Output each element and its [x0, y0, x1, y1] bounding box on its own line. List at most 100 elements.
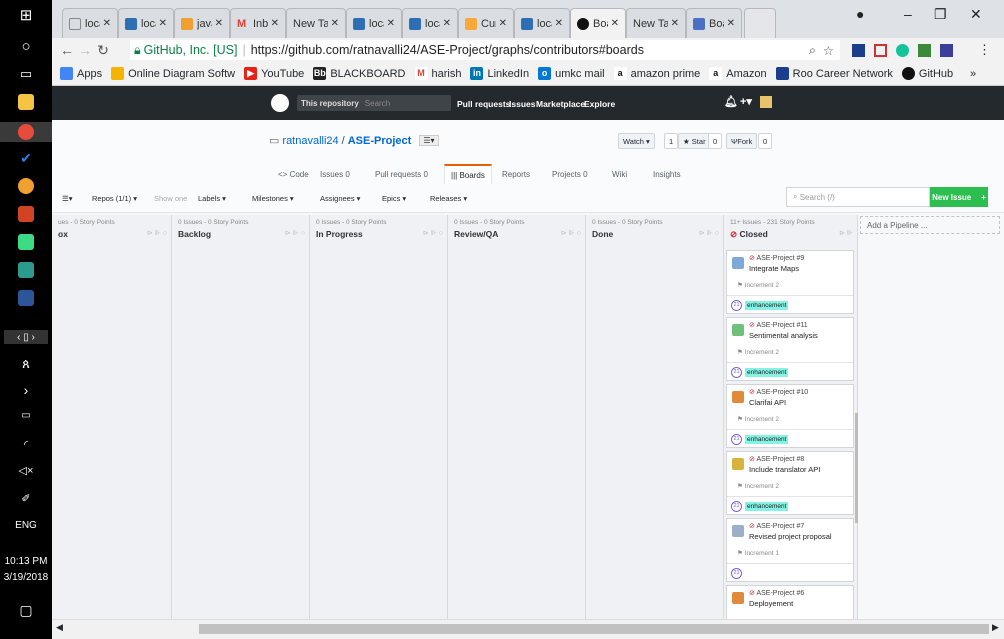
issue-card[interactable]: ⊘ ASE-Project #11 Sentimental analysis ⚑… — [726, 317, 854, 381]
chrome-taskbar-icon[interactable] — [0, 122, 52, 142]
windows-start-icon[interactable]: ⊞ — [0, 6, 52, 24]
pocket-extension-icon[interactable] — [874, 43, 887, 57]
volume-icon[interactable]: ◁× — [0, 464, 52, 477]
bookmark-harish[interactable]: Mharish — [414, 67, 461, 80]
user-avatar[interactable] — [760, 96, 772, 108]
bookmark-amazon-prime[interactable]: a amazon prime — [613, 67, 700, 80]
issue-title[interactable]: Revised project proposal — [749, 532, 832, 541]
clock-time[interactable]: 10:13 PM — [0, 556, 52, 567]
word-icon[interactable] — [0, 290, 52, 306]
issue-title[interactable]: Sentimental analysis — [749, 331, 818, 340]
filter-releases[interactable]: Releases ▾ — [430, 190, 467, 206]
grammarly-extension-icon[interactable] — [896, 43, 909, 57]
github-logo-icon[interactable] — [271, 94, 289, 112]
collapse-icon[interactable]: ⊳ ⊪ ○ — [147, 229, 167, 239]
powerpoint-icon[interactable] — [0, 206, 52, 222]
issue-label[interactable]: enhancement — [745, 368, 789, 377]
repo-menu-icon[interactable]: ☰▾ — [419, 135, 439, 146]
pipeline-name[interactable]: ox — [58, 229, 68, 239]
cortana-icon[interactable]: ○ — [0, 38, 52, 55]
horizontal-scrollbar[interactable]: ◀ ▶ — [52, 619, 1004, 639]
bookmarks-overflow-icon[interactable]: » — [970, 68, 976, 80]
reload-icon[interactable]: ↻ — [94, 42, 112, 59]
bookmark-amazon[interactable]: a Amazon — [709, 67, 767, 80]
browser-tab[interactable]: loca✕ — [62, 8, 118, 38]
pen-icon[interactable]: ✐ — [0, 492, 52, 505]
file-explorer-icon[interactable] — [0, 94, 52, 110]
bookmark-umkc-mail[interactable]: o umkc mail — [538, 67, 605, 80]
star-count[interactable]: 0 — [708, 133, 723, 149]
filter-epics[interactable]: Epics ▾ — [382, 190, 406, 206]
nav-marketplace[interactable]: Marketplace — [536, 99, 585, 109]
fork-button[interactable]: Ψ Fork — [726, 133, 758, 149]
window-close-icon[interactable]: ✕ — [970, 6, 982, 23]
browser-tab[interactable]: java✕ — [174, 8, 230, 38]
filter-milestones[interactable]: Milestones ▾ — [252, 190, 294, 206]
pipeline-name[interactable]: Closed — [740, 229, 768, 239]
issue-card[interactable]: ⊘ ASE-Project #9 Integrate Maps ⚑ Increm… — [726, 250, 854, 314]
add-pipeline-button[interactable]: Add a Pipeline ... — [860, 216, 1000, 234]
tab-insights[interactable]: Insights — [653, 164, 681, 184]
bookmark-youtube[interactable]: ▶ YouTube — [244, 67, 304, 80]
collapse-icon[interactable]: ⊳ ⊪ ○ — [285, 229, 305, 239]
repo-owner-link[interactable]: ratnavalli24 — [282, 135, 338, 147]
issue-card[interactable]: ⊘ ASE-Project #6 Deployement — [726, 585, 854, 619]
zoom-icon[interactable]: ⌕ — [809, 43, 816, 58]
battery-icon[interactable]: ▭ — [0, 410, 52, 421]
filter-labels[interactable]: Labels ▾ — [198, 190, 226, 206]
scrollbar-thumb[interactable] — [199, 624, 989, 634]
browser-tab[interactable]: loca✕ — [118, 8, 174, 38]
browser-tab[interactable]: loca✕ — [346, 8, 402, 38]
profile-icon[interactable]: ● — [856, 6, 864, 22]
back-icon[interactable]: ← — [58, 42, 76, 58]
taskbar-scroll-icon[interactable]: ‹ ▯ › — [4, 330, 48, 344]
pipeline-scrollbar[interactable] — [855, 413, 858, 523]
tab-code[interactable]: <> Code — [278, 164, 309, 184]
firefox-icon[interactable] — [0, 178, 52, 194]
bookmark-roo-career[interactable]: Roo Career Network — [775, 67, 893, 80]
language-indicator[interactable]: ENG — [0, 520, 52, 531]
watch-button[interactable]: Watch ▾ — [618, 133, 655, 149]
new-tab-button[interactable] — [744, 8, 776, 38]
browser-tab[interactable]: loca✕ — [402, 8, 458, 38]
zotero-extension-icon[interactable] — [852, 43, 865, 57]
browser-tab[interactable]: Boa✕ — [686, 8, 742, 38]
browser-tab-active[interactable]: Boa✕ — [570, 8, 626, 38]
close-icon[interactable]: ✕ — [387, 18, 395, 29]
close-icon[interactable]: ✕ — [727, 18, 735, 29]
pipeline-name[interactable]: Review/QA — [454, 229, 498, 239]
browser-tab[interactable]: M Inb ✕ — [230, 8, 286, 38]
close-icon[interactable]: ✕ — [611, 18, 619, 29]
collapse-icon[interactable]: ⊳ ⊪ ○ — [561, 229, 581, 239]
android-studio-icon[interactable] — [0, 234, 52, 250]
bookmark-diagram[interactable]: Online Diagram Softw — [111, 67, 235, 80]
dev-extension-icon[interactable] — [940, 43, 953, 57]
issue-card[interactable]: ⊘ ASE-Project #8 Include translator API … — [726, 451, 854, 515]
close-icon[interactable]: ✕ — [555, 18, 563, 29]
collapse-icon[interactable]: ⊳ ⊪ — [839, 229, 853, 240]
task-view-icon[interactable]: ▭ — [0, 66, 52, 82]
minimize-icon[interactable]: – — [904, 6, 912, 22]
board-search-input[interactable]: ⌕ Search (/) — [786, 187, 930, 207]
issue-label[interactable]: enhancement — [745, 301, 789, 310]
issue-title[interactable]: Integrate Maps — [749, 264, 799, 273]
chevron-right-icon[interactable]: › — [0, 382, 52, 398]
close-icon[interactable]: ✕ — [499, 18, 507, 29]
browser-tab[interactable]: loca✕ — [514, 8, 570, 38]
bookmark-star-icon[interactable]: ☆ — [823, 43, 834, 58]
pipeline-name[interactable]: Done — [592, 229, 613, 239]
bookmark-github[interactable]: GitHub — [901, 67, 953, 80]
issue-title[interactable]: Include translator API — [749, 465, 820, 474]
board-menu-icon[interactable]: ☰▾ — [62, 190, 73, 206]
close-icon[interactable]: ✕ — [103, 18, 111, 29]
bookmark-apps[interactable]: Apps — [60, 67, 102, 80]
create-new-icon[interactable]: +▾ — [740, 95, 752, 108]
tab-issues[interactable]: Issues 0 — [320, 164, 350, 184]
close-icon[interactable]: ✕ — [331, 18, 339, 29]
tab-wiki[interactable]: Wiki — [612, 164, 627, 184]
issue-label[interactable]: enhancement — [745, 435, 789, 444]
people-icon[interactable]: ጰ — [0, 356, 52, 372]
close-icon[interactable]: ✕ — [271, 18, 279, 29]
restore-icon[interactable]: ❐ — [934, 6, 947, 23]
tab-projects[interactable]: Projects 0 — [552, 164, 588, 184]
